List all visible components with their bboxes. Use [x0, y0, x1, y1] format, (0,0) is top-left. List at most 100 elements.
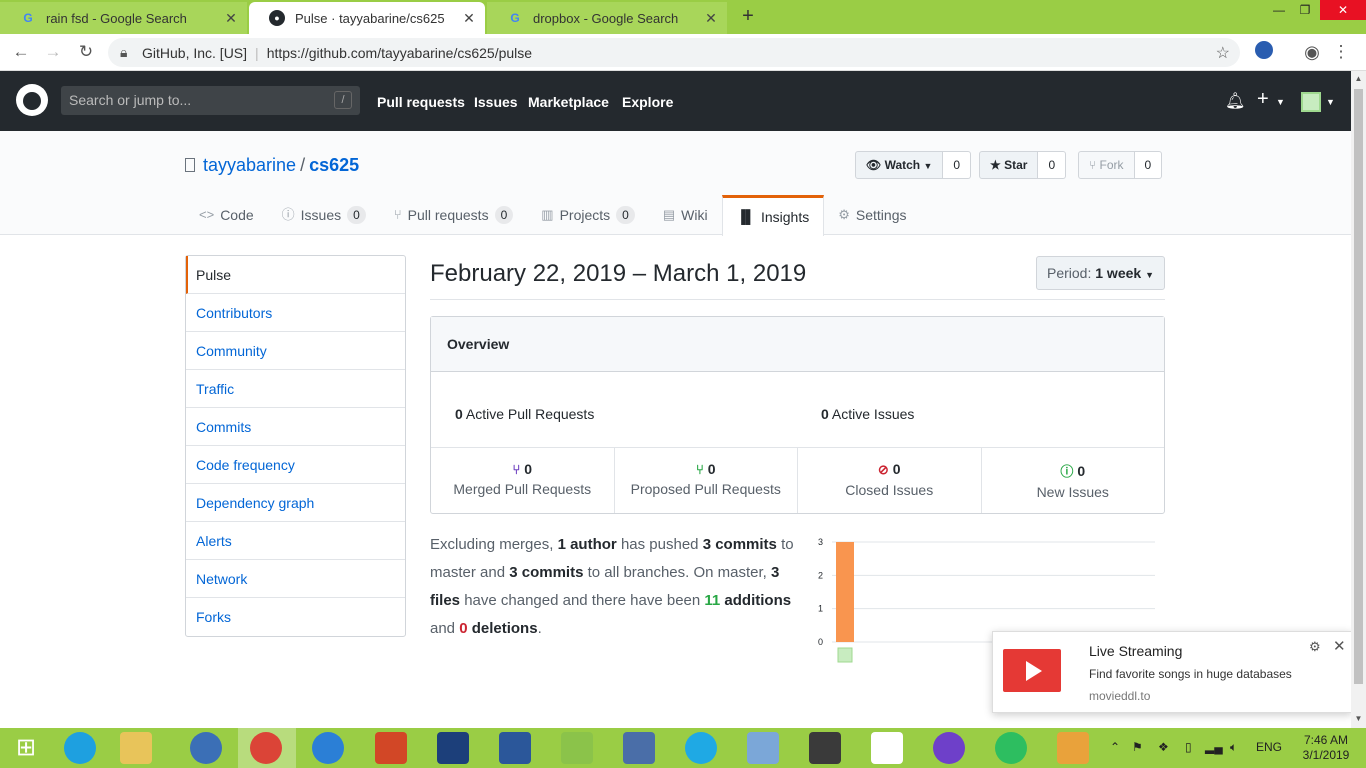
notifications-bell-icon[interactable]: 🔔︎: [1225, 91, 1245, 111]
all-commits-link[interactable]: 3 commits: [509, 564, 583, 581]
windows-start-icon[interactable]: ⊞: [10, 732, 42, 764]
close-icon[interactable]: ✕: [223, 10, 239, 27]
github-logo-icon[interactable]: [16, 84, 48, 116]
active-pull-requests-link[interactable]: 0 Active Pull Requests: [455, 406, 594, 422]
scroll-down-icon[interactable]: ▼: [1351, 714, 1366, 723]
stat-closed-issues[interactable]: ⊘ 0 Closed Issues: [798, 448, 982, 513]
github-desktop-icon[interactable]: [933, 732, 965, 764]
dropbox-tray-icon[interactable]: ❖: [1158, 740, 1169, 754]
address-bar[interactable]: 🔒︎ GitHub, Inc. [US] | https://github.co…: [108, 38, 1240, 67]
virtualbox-icon[interactable]: [747, 732, 779, 764]
fork-count[interactable]: 0: [1134, 151, 1163, 179]
window-close-icon[interactable]: ✕: [1320, 0, 1366, 20]
watch-button[interactable]: 👁︎ Watch ▼: [855, 151, 944, 179]
notification-toast[interactable]: Live Streaming Find favorite songs in hu…: [992, 631, 1352, 713]
chart-author-avatar[interactable]: [837, 647, 853, 663]
app-icon[interactable]: [623, 732, 655, 764]
browser-tab[interactable]: G dropbox - Google Search ✕: [487, 2, 727, 34]
extension-icon[interactable]: [1255, 41, 1273, 59]
star-button[interactable]: ★ Star: [979, 151, 1039, 179]
tab-wiki[interactable]: ▤ Wiki: [649, 195, 722, 235]
tab-projects[interactable]: ▥ Projects 0: [527, 195, 649, 235]
menu-item-code-frequency[interactable]: Code frequency: [186, 446, 405, 484]
sync-app-icon[interactable]: [685, 732, 717, 764]
gear-icon[interactable]: ⚙: [1309, 639, 1321, 655]
scrollbar-thumb[interactable]: [1354, 89, 1363, 684]
nav-issues[interactable]: Issues: [474, 94, 518, 110]
menu-item-traffic[interactable]: Traffic: [186, 370, 405, 408]
repo-owner-link[interactable]: tayyabarine: [203, 155, 296, 175]
bluestacks-icon[interactable]: [561, 732, 593, 764]
browser-tab[interactable]: G rain fsd - Google Search ✕: [0, 2, 247, 34]
play-icon: [1003, 649, 1061, 692]
forward-icon[interactable]: →: [42, 42, 64, 64]
reload-icon[interactable]: ↻: [75, 42, 97, 64]
sublime-icon[interactable]: [809, 732, 841, 764]
menu-item-forks[interactable]: Forks: [186, 598, 405, 636]
tab-insights[interactable]: ▐▌ Insights: [721, 195, 825, 236]
close-icon[interactable]: ✕: [703, 10, 719, 27]
word-icon[interactable]: [499, 732, 531, 764]
profile-icon[interactable]: ◉: [1301, 42, 1323, 64]
active-issues-link[interactable]: 0 Active Issues: [821, 406, 914, 422]
stat-new-issues[interactable]: ⓘ 0 New Issues: [982, 448, 1165, 513]
close-icon[interactable]: ✕: [461, 10, 477, 27]
menu-item-community[interactable]: Community: [186, 332, 405, 370]
menu-item-network[interactable]: Network: [186, 560, 405, 598]
system-clock[interactable]: 7:46 AM 3/1/2019: [1296, 733, 1356, 763]
menu-dots-icon[interactable]: ⋮: [1330, 42, 1352, 64]
back-icon[interactable]: ←: [10, 42, 32, 64]
signal-icon[interactable]: ▂▄: [1205, 740, 1223, 754]
scroll-up-icon[interactable]: ▲: [1351, 74, 1366, 83]
app-icon[interactable]: [1057, 732, 1089, 764]
nav-marketplace[interactable]: Marketplace: [528, 94, 609, 110]
tab-settings[interactable]: ⚙ Settings: [824, 195, 920, 235]
chrome-icon[interactable]: [250, 732, 282, 764]
new-tab-button[interactable]: +: [736, 6, 760, 28]
app-icon[interactable]: [190, 732, 222, 764]
dropbox-icon[interactable]: [871, 732, 903, 764]
language-indicator[interactable]: ENG: [1256, 740, 1282, 754]
volume-icon[interactable]: 🔈︎: [1230, 740, 1237, 755]
browser-tab-active[interactable]: ● Pulse · tayyabarine/cs625 ✕: [249, 2, 485, 34]
menu-item-dependency-graph[interactable]: Dependency graph: [186, 484, 405, 522]
nav-pull-requests[interactable]: Pull requests: [377, 94, 465, 110]
flag-icon[interactable]: ⚑: [1132, 740, 1143, 754]
show-hidden-icons-icon[interactable]: ⌃: [1110, 740, 1120, 754]
stat-merged-prs[interactable]: ⑂ 0 Merged Pull Requests: [431, 448, 615, 513]
chevron-down-icon[interactable]: ▼: [1276, 97, 1285, 107]
tab-code[interactable]: <> Code: [185, 195, 268, 235]
file-explorer-icon[interactable]: [120, 732, 152, 764]
devcpp-icon[interactable]: [437, 732, 469, 764]
stat-proposed-prs[interactable]: ⑂ 0 Proposed Pull Requests: [615, 448, 798, 513]
page-scrollbar[interactable]: ▲ ▼: [1351, 71, 1366, 728]
menu-item-alerts[interactable]: Alerts: [186, 522, 405, 560]
period-select[interactable]: Period: 1 week ▼: [1036, 256, 1165, 290]
chart-bar[interactable]: [836, 542, 854, 642]
author-count-link[interactable]: 1 author: [558, 536, 617, 553]
close-icon[interactable]: ✕: [1333, 637, 1346, 655]
watch-count[interactable]: 0: [943, 151, 972, 179]
menu-item-pulse[interactable]: Pulse: [186, 256, 405, 294]
evernote-icon[interactable]: [995, 732, 1027, 764]
repo-name-link[interactable]: cs625: [309, 155, 359, 175]
nav-explore[interactable]: Explore: [622, 94, 673, 110]
menu-item-commits[interactable]: Commits: [186, 408, 405, 446]
avatar[interactable]: [1301, 92, 1321, 112]
tab-pull-requests[interactable]: ⑂ Pull requests 0: [380, 195, 527, 235]
star-count[interactable]: 0: [1038, 151, 1067, 179]
internet-explorer-icon[interactable]: [64, 732, 96, 764]
battery-icon[interactable]: ▯: [1185, 740, 1192, 754]
network-app-icon[interactable]: [312, 732, 344, 764]
tab-issues[interactable]: ⓘ Issues 0: [268, 195, 380, 235]
powerpoint-icon[interactable]: [375, 732, 407, 764]
menu-item-contributors[interactable]: Contributors: [186, 294, 405, 332]
master-commits-link[interactable]: 3 commits: [703, 536, 777, 553]
search-input[interactable]: Search or jump to... /: [61, 86, 360, 115]
deletions-word: deletions: [471, 620, 538, 637]
bookmark-star-icon[interactable]: ☆: [1216, 43, 1230, 63]
create-new-icon[interactable]: +: [1257, 88, 1269, 111]
fork-button[interactable]: ⑂ Fork: [1078, 151, 1135, 179]
chevron-down-icon[interactable]: ▼: [1326, 97, 1335, 107]
restore-icon[interactable]: ❐: [1290, 0, 1320, 20]
